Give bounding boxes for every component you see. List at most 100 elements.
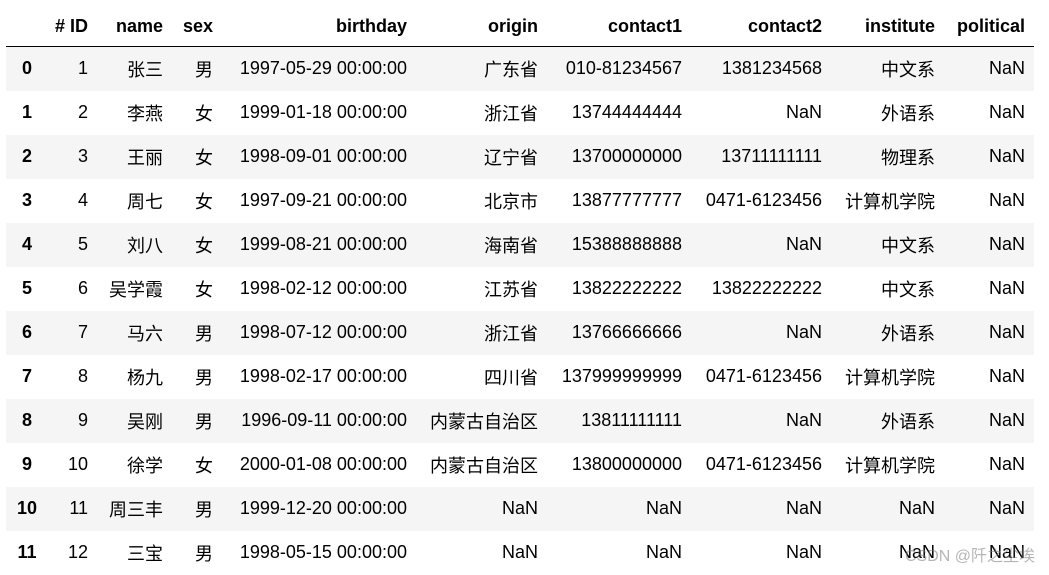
table-cell: 137999999999 [561,366,682,386]
table-cell: 李燕 [127,103,163,124]
table-row: 5 6 吴学霞 女 1998-02-12 00:00:00 江苏省 13822222222 1… [6,267,1034,311]
table-cell: 浙江省 [484,103,538,124]
column-header: political [944,7,1034,47]
table-row: 11 12 三宝男 1998-05-15 00:00:00 NaN NaN NaN NaN Na… [6,531,1034,575]
table-cell: 1998-07-12 00:00:00 [239,322,407,342]
column-header: contact2 [691,7,831,47]
table-cell: NaN [988,454,1025,474]
table-cell: 1997-09-21 00:00:00 [239,190,407,210]
table-cell: 4 [77,190,88,210]
table-cell: NaN [501,542,538,562]
table-cell: 0471-6123456 [705,454,822,474]
row-index: 4 [21,234,32,254]
table-cell: NaN [645,542,682,562]
table-cell: 13800000000 [571,454,682,474]
watermark: CSDN @阡之尘埃 [904,548,1035,565]
table-cell: 男 [195,543,213,564]
table-cell: 徐学 [127,455,163,476]
table-cell: 1998-09-01 00:00:00 [239,146,407,166]
header-row: # ID name sex birthday origin contact1 contact… [6,7,1034,47]
table-cell: 12 [67,542,88,562]
table-cell: 中文系 [881,59,935,80]
column-header: # ID [48,7,97,47]
table-cell: NaN [988,102,1025,122]
table-cell: 内蒙古自治区 [430,455,538,476]
table-cell: 女 [195,191,213,212]
column-header: sex [172,7,222,47]
table-cell: 1998-05-15 00:00:00 [239,542,407,562]
table-cell: NaN [988,58,1025,79]
table-cell: 男 [195,499,213,520]
column-header: institute [831,7,944,47]
table-cell: 吴刚 [127,411,163,432]
row-index: 2 [21,146,32,166]
table-cell: 2000-01-08 00:00:00 [239,454,407,474]
row-index: 7 [21,366,32,386]
table-cell: NaN [988,498,1025,518]
column-header: birthday [222,7,416,47]
table-cell: 7 [77,322,88,342]
table-cell: NaN [645,498,682,518]
table-cell: 1998-02-12 00:00:00 [239,278,407,298]
table-cell: 计算机学院 [845,455,935,476]
table-cell: 2 [77,102,88,122]
table-cell: 马六 [127,323,163,344]
table-cell: 女 [195,455,213,476]
dataframe-table: # ID name sex birthday origin contact1 contact… [6,7,1034,575]
table-cell: NaN [988,322,1025,342]
table-cell: 浙江省 [484,323,538,344]
table-cell: NaN [988,234,1025,254]
table-cell: 1999-08-21 00:00:00 [239,234,407,254]
table-cell: 江苏省 [484,279,538,300]
row-index: 6 [21,322,32,342]
table-cell: 1 [77,58,88,79]
table-cell: 3 [77,146,88,166]
table-cell: 男 [195,367,213,388]
table-cell: 男 [195,411,213,432]
table-cell: NaN [785,102,822,122]
table-cell: 1999-12-20 00:00:00 [239,498,407,518]
table-cell: 13822222222 [571,278,682,298]
table-cell: 13744444444 [571,102,682,122]
table-cell: 辽宁省 [484,147,538,168]
table-cell: 1996-09-11 00:00:00 [241,410,407,430]
table-cell: NaN [898,498,935,518]
table-row: 0 1 张三 男 1997-05-29 00:00:00 广东省 010-81234567 1… [6,46,1034,91]
table-cell: 广东省 [484,59,538,80]
table-cell: 外语系 [881,323,935,344]
table-cell: 13811111111 [581,410,682,430]
table-cell: 15388888888 [571,234,682,254]
table-cell: 内蒙古自治区 [430,411,538,432]
table-cell: 1381234568 [721,58,822,79]
row-index: 11 [17,542,37,562]
table-row: 9 10 徐学 女 2000-01-08 00:00:00 内蒙古自治区 138000000… [6,443,1034,487]
table-cell: 男 [195,323,213,344]
table-cell: 外语系 [881,411,935,432]
row-index: 8 [21,410,32,430]
table-cell: NaN [785,542,822,562]
table-cell: 计算机学院 [845,367,935,388]
table-cell: NaN [785,410,822,430]
table-cell: 吴学霞 [109,279,163,300]
table-row: 10 11 周三丰 男 1999-12-20 00:00:00 NaN NaN NaN NaN N… [6,486,1034,531]
table-row: 6 7 马六 男 1998-07-12 00:00:00 浙江省 13766666666 Na… [6,310,1034,355]
table-cell: 男 [195,59,213,80]
table-cell: 王丽 [127,147,163,168]
table-cell: 10 [67,454,88,474]
table-cell: 13711111111 [721,146,822,166]
table-cell: NaN [988,410,1025,430]
row-index: 0 [21,58,32,79]
row-index: 10 [16,498,38,518]
table-cell: NaN [988,190,1025,210]
column-header: contact1 [547,7,691,47]
table-cell: 13822222222 [711,278,822,298]
table-row: 2 3 王丽 女 1998-09-01 00:00:00 辽宁省 13700000000 13… [6,134,1034,179]
table-cell: 13877777777 [571,190,682,210]
table-cell: 外语系 [881,103,935,124]
table-cell: NaN [785,234,822,254]
column-header: origin [416,7,547,47]
table-cell: NaN [988,146,1025,166]
table-cell: 女 [195,147,213,168]
table-cell: NaN [785,322,822,342]
column-header: name [97,7,172,47]
